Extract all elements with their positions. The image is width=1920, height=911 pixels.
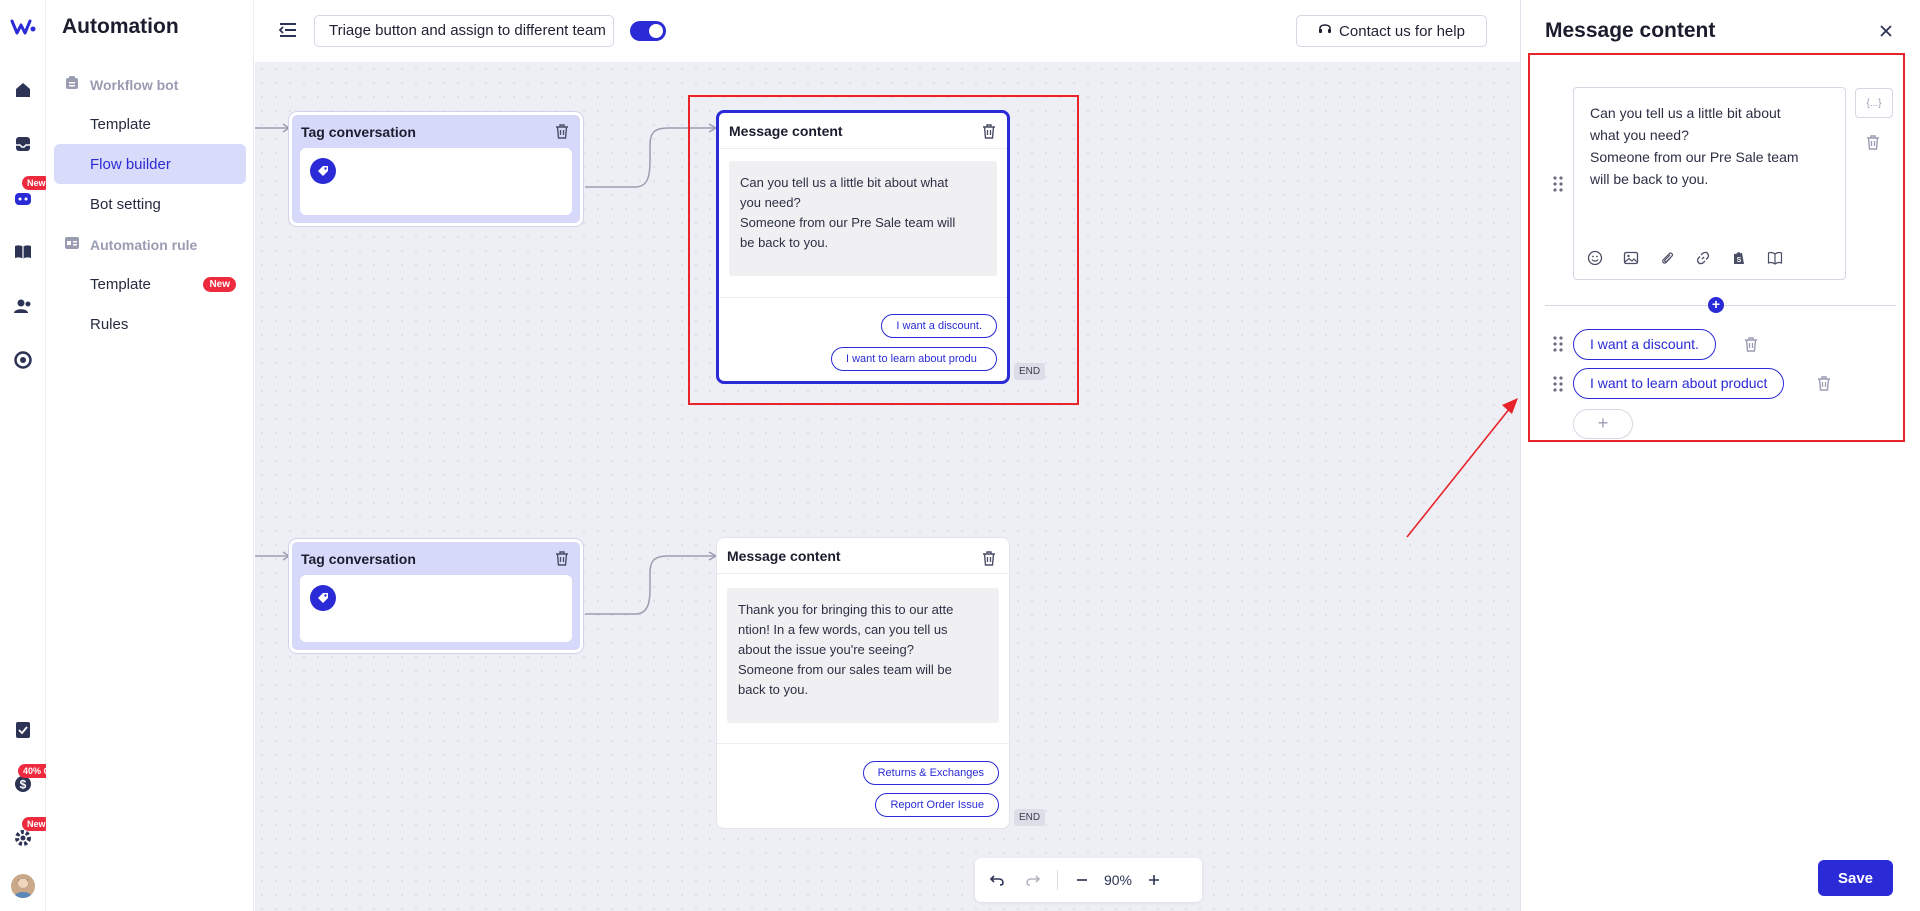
node-title: Message content: [717, 538, 1009, 574]
tag-node-body: [300, 575, 572, 642]
nav-item-flow-builder[interactable]: Flow builder: [54, 144, 246, 184]
toggle-knob: [649, 24, 663, 38]
trash-icon[interactable]: [554, 550, 572, 568]
nav-item-rule-template[interactable]: Template New: [54, 264, 246, 304]
undo-icon[interactable]: [979, 862, 1015, 898]
tag-node-body: [300, 148, 572, 215]
option-button[interactable]: Report Order Issue: [875, 793, 999, 817]
home-icon[interactable]: [11, 78, 35, 102]
nav-item-label: Template: [90, 275, 151, 293]
contacts-icon[interactable]: [11, 294, 35, 318]
tag-conversation-node[interactable]: Tag conversation: [289, 112, 583, 226]
knowledge-book-icon[interactable]: [11, 240, 35, 264]
nav-item-bot-setting[interactable]: Bot setting: [54, 184, 246, 224]
option-button[interactable]: Returns & Exchanges: [862, 761, 999, 785]
nav-item-label: Rules: [90, 315, 129, 333]
toolbar-separator: [1057, 870, 1058, 890]
message-text: Thank you for bringing this to our atte …: [727, 588, 999, 723]
tag-icon: [310, 158, 336, 184]
zoom-toolbar: 90%: [975, 858, 1202, 902]
nav-item-rules[interactable]: Rules: [54, 304, 246, 344]
tag-icon: [310, 585, 336, 611]
automation-rule-section: Automation rule: [64, 235, 197, 254]
end-badge: END: [1014, 809, 1046, 826]
nav-item-label: Flow builder: [90, 155, 171, 173]
analytics-icon[interactable]: [11, 348, 35, 372]
nav-item-workflow-template[interactable]: Template: [54, 104, 246, 144]
highlight-box-panel: [1528, 53, 1905, 442]
trash-icon[interactable]: [554, 123, 572, 141]
headset-icon: [1318, 22, 1332, 40]
user-avatar[interactable]: [11, 874, 35, 898]
zoom-in-icon[interactable]: [1136, 862, 1172, 898]
bot-enabled-toggle[interactable]: [630, 21, 666, 41]
message-content-node[interactable]: Message content Thank you for bringing t…: [716, 537, 1010, 829]
workflow-bot-label: Workflow bot: [90, 76, 179, 93]
zoom-out-icon[interactable]: [1064, 862, 1100, 898]
svg-text:$: $: [20, 778, 27, 792]
bot-name-input[interactable]: Triage button and assign to different te…: [314, 15, 614, 47]
automation-nav: Automation Workflow bot Template Flow bu…: [46, 0, 254, 911]
contact-help-button[interactable]: Contact us for help: [1296, 15, 1487, 47]
node-title: Tag conversation: [301, 550, 416, 567]
automation-rule-icon: [64, 235, 80, 254]
nav-item-label: Bot setting: [90, 195, 161, 213]
redo-icon[interactable]: [1015, 862, 1051, 898]
panel-title: Message content: [1545, 19, 1716, 42]
bot-icon[interactable]: [11, 187, 35, 211]
new-badge: New: [203, 276, 236, 292]
save-button[interactable]: Save: [1818, 860, 1893, 896]
tasks-icon[interactable]: [11, 718, 35, 742]
nav-item-label: Template: [90, 115, 151, 133]
zoom-level: 90%: [1103, 872, 1133, 888]
automation-rule-label: Automation rule: [90, 236, 198, 253]
icon-rail: New $ 40% OFF New: [0, 0, 67, 911]
brand-logo-icon: [10, 19, 36, 35]
collapse-menu-icon[interactable]: [277, 19, 299, 41]
workflow-bot-icon: [64, 75, 80, 94]
close-icon[interactable]: [1877, 22, 1895, 40]
tag-conversation-node[interactable]: Tag conversation: [289, 539, 583, 653]
contact-help-label: Contact us for help: [1339, 22, 1465, 40]
builder-topbar: Triage button and assign to different te…: [255, 0, 1520, 62]
highlight-box-node: [688, 95, 1079, 405]
workflow-bot-section: Workflow bot: [64, 75, 178, 94]
trash-icon[interactable]: [981, 550, 999, 568]
app-title: Automation: [62, 15, 179, 38]
node-divider: [717, 743, 1009, 744]
node-title: Tag conversation: [301, 123, 416, 140]
inbox-icon[interactable]: [11, 132, 35, 156]
